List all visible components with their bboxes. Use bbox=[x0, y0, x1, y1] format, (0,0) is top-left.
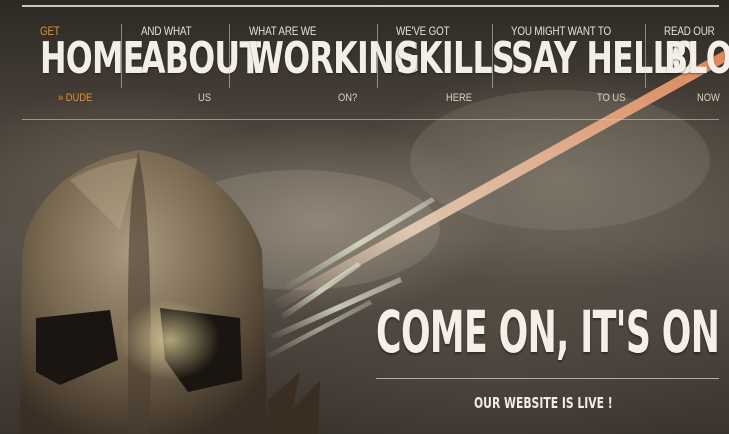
top-divider bbox=[22, 5, 719, 7]
nav-about-sublabel: US bbox=[198, 92, 211, 104]
hero-divider bbox=[376, 378, 719, 379]
nav-skills-label: SKILLS bbox=[396, 33, 515, 84]
hero-banner: GET HOME » DUDE AND WHAT ABOUT US WHAT A… bbox=[0, 0, 729, 434]
hero-headline: COME ON, IT'S ON ! bbox=[376, 298, 729, 366]
nav-working-sublabel: ON? bbox=[338, 92, 358, 104]
nav-about-label: ABOUT bbox=[141, 33, 261, 84]
hero-subheadline: OUR WEBSITE IS LIVE ! bbox=[474, 394, 613, 412]
nav-skills-sublabel: HERE bbox=[446, 92, 472, 104]
nav-separator bbox=[121, 24, 122, 88]
nav-say-hello-sublabel: TO US bbox=[597, 92, 626, 104]
nav-separator bbox=[645, 24, 646, 88]
nav-home-label: HOME bbox=[40, 33, 144, 84]
nav-blog-label: BLOG bbox=[664, 33, 729, 84]
nav-home-sublabel: » DUDE bbox=[58, 92, 93, 104]
nav-separator bbox=[377, 24, 378, 88]
nav-separator bbox=[492, 24, 493, 88]
nav-blog-sublabel: NOW bbox=[697, 92, 720, 104]
nav-working-label: WORKING bbox=[249, 33, 420, 84]
nav-bottom-divider bbox=[22, 119, 719, 120]
nav-separator bbox=[229, 24, 230, 88]
